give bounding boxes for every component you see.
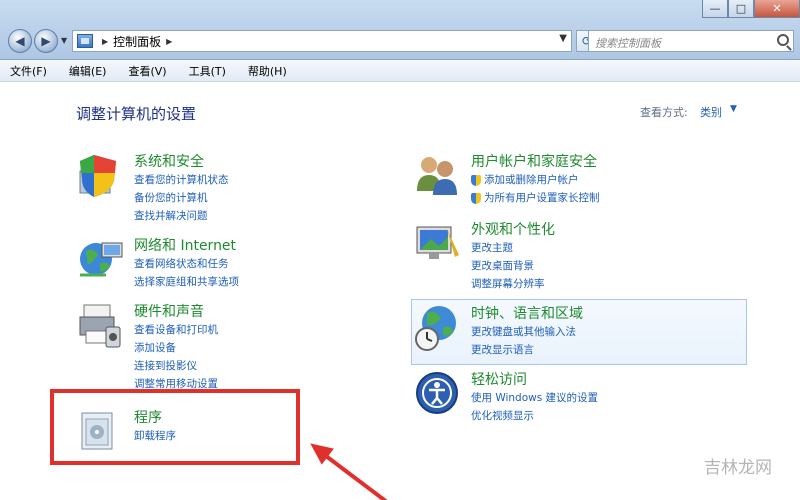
category-title[interactable]: 网络和 Internet [134, 235, 236, 255]
chevron-down-icon: ▼ [559, 33, 567, 44]
link-optimize-display[interactable]: 优化视频显示 [471, 407, 598, 425]
category-title[interactable]: 轻松访问 [471, 369, 527, 389]
page-title: 调整计算机的设置 [76, 105, 197, 123]
maximize-button[interactable]: □ [728, 0, 754, 18]
recent-pages-dropdown[interactable]: ▼ [61, 36, 67, 45]
link-desktop-background[interactable]: 更改桌面背景 [471, 257, 545, 275]
window-titlebar: — □ ✕ ◀ ▶ ▼ ▶ 控制面板 ▶ ▼ ⟳ 搜索控制面板 [0, 0, 800, 60]
category-title[interactable]: 硬件和声音 [134, 301, 204, 321]
category-title[interactable]: 用户帐户和家庭安全 [471, 151, 597, 171]
link-change-keyboard[interactable]: 更改键盘或其他输入法 [471, 323, 576, 341]
menu-edit[interactable]: 编辑(E) [69, 63, 107, 79]
link-homegroup[interactable]: 选择家庭组和共享选项 [134, 273, 239, 291]
category-title[interactable]: 外观和个性化 [471, 219, 555, 239]
category-title[interactable]: 时钟、语言和区域 [471, 303, 583, 323]
search-icon[interactable] [777, 34, 789, 46]
forward-button[interactable]: ▶ [34, 29, 58, 53]
annotation-arrow-line [316, 448, 408, 500]
link-recommended-settings[interactable]: 使用 Windows 建议的设置 [471, 389, 598, 407]
view-by-dropdown[interactable]: 类别 [700, 104, 722, 120]
link-screen-resolution[interactable]: 调整屏幕分辨率 [471, 275, 545, 293]
control-panel-content: 调整计算机的设置 查看方式: 类别 ▼ 系统和安全 查看您的计算机状态 备份您的… [8, 83, 792, 500]
link-devices-printers[interactable]: 查看设备和打印机 [134, 321, 218, 339]
address-bar[interactable]: ▶ 控制面板 ▶ ▼ [72, 30, 572, 52]
search-input[interactable]: 搜索控制面板 [588, 30, 794, 52]
menu-file[interactable]: 文件(F) [10, 63, 47, 79]
uac-shield-icon [471, 192, 481, 204]
chevron-down-icon[interactable]: ▼ [730, 104, 737, 114]
menu-bar: 文件(F) 编辑(E) 查看(V) 工具(T) 帮助(H) [0, 60, 800, 82]
arrow-left-icon: ◀ [15, 34, 25, 48]
menu-help[interactable]: 帮助(H) [248, 63, 287, 79]
control-panel-icon [77, 34, 93, 48]
minimize-button[interactable]: — [702, 0, 728, 18]
link-check-status[interactable]: 查看您的计算机状态 [134, 171, 229, 189]
shield-icon[interactable] [76, 151, 126, 201]
link-projector[interactable]: 连接到投影仪 [134, 357, 218, 375]
link-display-language[interactable]: 更改显示语言 [471, 341, 576, 359]
menu-view[interactable]: 查看(V) [128, 63, 166, 79]
ease-of-access-icon[interactable] [413, 369, 463, 419]
address-dropdown[interactable]: ▼ [559, 33, 567, 44]
chevron-down-icon: ▼ [61, 36, 68, 45]
arrow-right-icon: ▶ [41, 34, 51, 48]
category-title[interactable]: 系统和安全 [134, 151, 204, 171]
network-globe-icon[interactable] [76, 235, 126, 285]
printer-icon[interactable] [76, 301, 126, 351]
link-troubleshoot[interactable]: 查找并解决问题 [134, 207, 229, 225]
link-add-remove-accounts[interactable]: 添加或删除用户帐户 [471, 171, 600, 189]
breadcrumb-control-panel[interactable]: 控制面板 [113, 33, 161, 50]
clock-globe-icon[interactable] [413, 303, 463, 353]
link-parental-controls[interactable]: 为所有用户设置家长控制 [471, 189, 600, 207]
link-change-theme[interactable]: 更改主题 [471, 239, 545, 257]
breadcrumb-arrow-icon[interactable]: ▶ [102, 37, 108, 46]
window-controls: — □ ✕ [702, 0, 800, 18]
link-network-status[interactable]: 查看网络状态和任务 [134, 255, 239, 273]
appearance-icon[interactable] [413, 219, 463, 269]
close-button[interactable]: ✕ [754, 0, 800, 18]
back-button[interactable]: ◀ [8, 29, 32, 53]
users-icon[interactable] [413, 151, 463, 201]
link-backup[interactable]: 备份您的计算机 [134, 189, 229, 207]
search-placeholder: 搜索控制面板 [595, 37, 661, 50]
link-add-device[interactable]: 添加设备 [134, 339, 218, 357]
menu-tools[interactable]: 工具(T) [189, 63, 226, 79]
uac-shield-icon [471, 174, 481, 186]
watermark-text: 吉林龙网 [704, 458, 772, 478]
view-by-label: 查看方式: [640, 106, 688, 119]
breadcrumb-arrow-icon[interactable]: ▶ [166, 37, 172, 46]
annotation-highlight-box [50, 389, 300, 465]
